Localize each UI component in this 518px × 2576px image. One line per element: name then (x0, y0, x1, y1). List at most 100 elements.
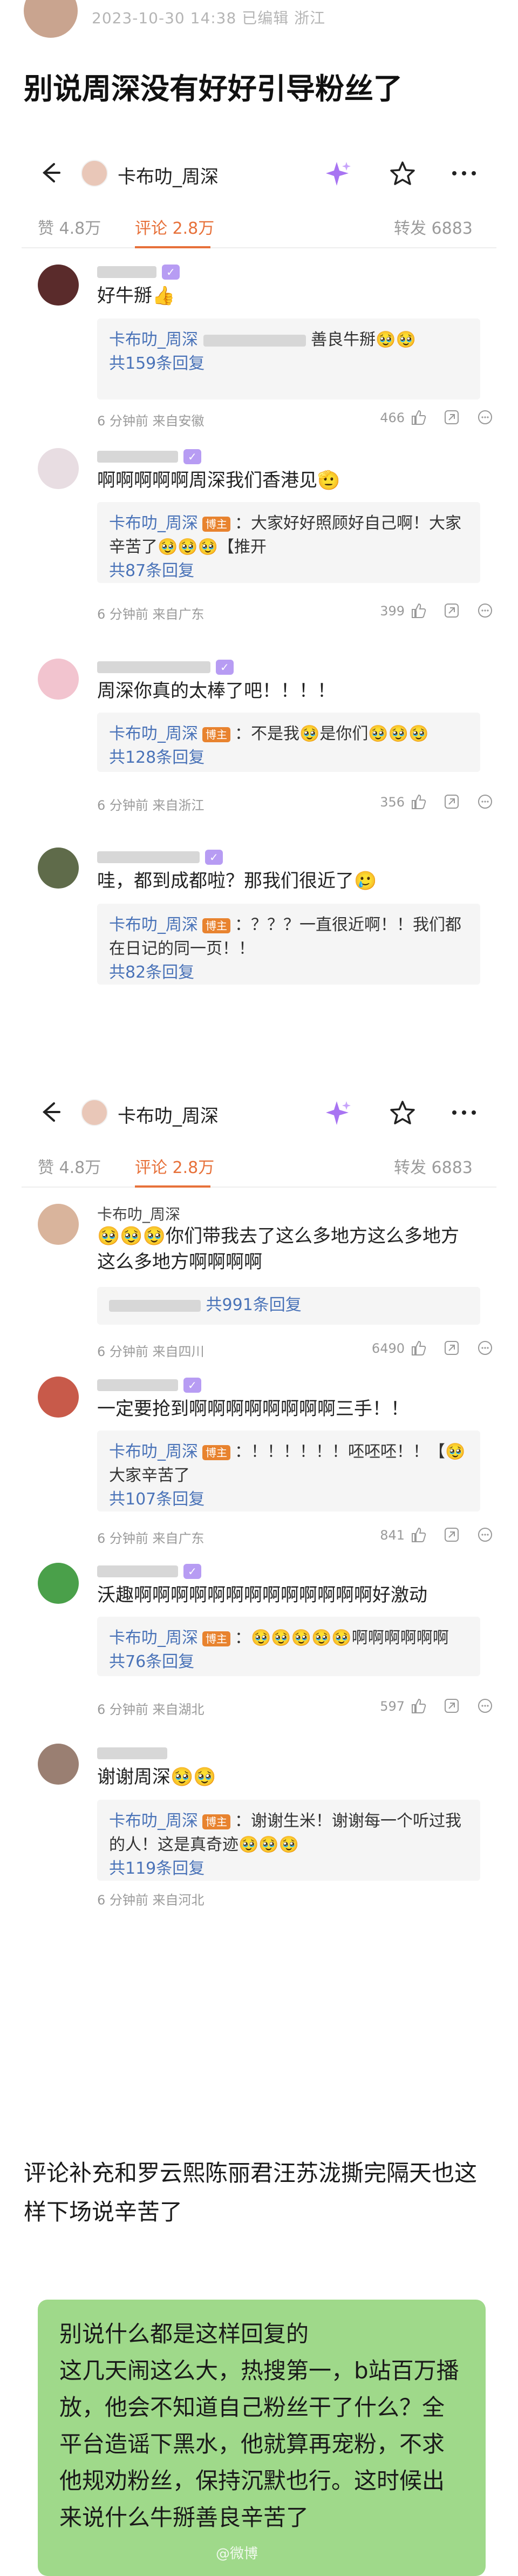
reply-box[interactable]: 卡布叻_周深 博主 ：不是我🥹是你们🥹🥹🥹 共128条回复 (97, 713, 480, 772)
comment-username[interactable]: ✓ (97, 657, 234, 675)
reply-author[interactable]: 卡布叻_周深 (109, 1442, 198, 1461)
reply-author[interactable]: 卡布叻_周深 (109, 916, 198, 934)
reply-box[interactable]: 共991条回复 (97, 1287, 480, 1325)
like-icon[interactable] (409, 408, 427, 426)
tab-forwards[interactable]: 转发 6883 (394, 1154, 473, 1178)
more-replies-link[interactable]: 共128条回复 (109, 746, 468, 770)
tab-forwards[interactable]: 转发 6883 (394, 215, 473, 239)
share-icon[interactable] (442, 792, 461, 811)
more-icon[interactable] (448, 160, 480, 187)
comment-username[interactable]: ✓ (97, 1562, 201, 1580)
like-count: 399 (380, 604, 405, 619)
more-replies-link[interactable]: 共107条回复 (109, 1488, 468, 1511)
more-replies-link[interactable]: 共87条回复 (109, 559, 468, 583)
comment-footer: 6 分钟前 来自湖北 597 (97, 1697, 496, 1718)
nav-username[interactable]: 卡布叻_周深 (118, 1101, 219, 1128)
card-line: 这几天闹这么大，热搜第一，b站百万播放，他会不知道自己粉丝干了什么？全平台造谣下… (59, 2357, 459, 2531)
like-icon[interactable] (409, 1697, 427, 1715)
reply-author[interactable]: 卡布叻_周深 (109, 514, 198, 533)
back-arrow-icon[interactable] (38, 1100, 62, 1124)
back-arrow-icon[interactable] (38, 161, 62, 185)
like-count: 356 (380, 795, 405, 810)
reply-box[interactable]: 卡布叻_周深 博主 ：！！！！！！呸呸呸！！【🥹大家辛苦了 共107条回复 (97, 1431, 480, 1511)
more-replies-link[interactable]: 共82条回复 (109, 961, 468, 985)
user-badge: ✓ (205, 850, 223, 865)
nav-username[interactable]: 卡布叻_周深 (118, 162, 219, 188)
star-icon[interactable] (388, 1099, 417, 1127)
stats-tabs: 赞 4.8万 评论 2.8万 转发 6883 (22, 1144, 496, 1188)
comment-icon[interactable] (476, 601, 494, 620)
comment-username[interactable]: 卡布叻_周深 (97, 1203, 180, 1224)
avatar[interactable] (38, 1377, 79, 1418)
reply-box[interactable]: 卡布叻_周深 善良牛掰🥹🥹 共159条回复 (97, 318, 480, 399)
reply-author[interactable]: 卡布叻_周深 (109, 724, 198, 743)
tab-likes[interactable]: 赞 4.8万 (38, 1154, 101, 1178)
like-count: 597 (380, 1699, 405, 1714)
avatar[interactable] (24, 0, 78, 38)
tab-likes[interactable]: 赞 4.8万 (38, 215, 101, 239)
comment-footer: 6 分钟前 来自广东 399 (97, 601, 496, 622)
quoted-text-card: 别说什么都是这样回复的 这几天闹这么大，热搜第一，b站百万播放，他会不知道自己粉… (38, 2300, 486, 2576)
comment-icon[interactable] (476, 1339, 494, 1357)
post-title: 别说周深没有好好引导粉丝了 (24, 72, 403, 106)
more-replies-link[interactable]: 共119条回复 (109, 1857, 468, 1881)
user-badge: ✓ (183, 1378, 201, 1393)
comment-footer: 6 分钟前 来自河北 (97, 1889, 496, 1908)
share-icon[interactable] (442, 1526, 461, 1544)
comment-icon[interactable] (476, 1697, 494, 1715)
like-count: 841 (380, 1528, 405, 1543)
reply-author[interactable]: 卡布叻_周深 (109, 1629, 198, 1648)
tab-comments[interactable]: 评论 2.8万 (135, 215, 214, 239)
comment-username[interactable]: ✓ (97, 447, 201, 465)
user-badge: ✓ (183, 1564, 201, 1579)
comment-icon[interactable] (476, 1526, 494, 1544)
avatar[interactable] (38, 448, 79, 489)
author-badge: 博主 (202, 1445, 230, 1460)
share-icon[interactable] (442, 1697, 461, 1715)
star-icon[interactable] (388, 160, 417, 188)
avatar[interactable] (38, 1744, 79, 1785)
avatar[interactable] (81, 160, 108, 187)
reply-box[interactable]: 卡布叻_周深 博主 ：谢谢生米！谢谢每一个听过我的人！这是真奇迹🥹🥹🥹 共119条回… (97, 1800, 480, 1881)
tab-comments[interactable]: 评论 2.8万 (135, 1154, 214, 1178)
like-icon[interactable] (409, 1526, 427, 1544)
list-item: 卡布叻_周深 🥹🥹🥹你们带我去了这么多地方这么多地方这么多地方啊啊啊啊 共991… (22, 1188, 496, 1371)
avatar[interactable] (38, 848, 79, 889)
like-count: 466 (380, 410, 405, 425)
comment-username[interactable]: ✓ (97, 262, 180, 280)
comment-username[interactable] (97, 1744, 167, 1761)
comment-time: 6 分钟前 来自广东 (97, 1531, 205, 1546)
avatar[interactable] (38, 265, 79, 306)
reply-author[interactable]: 卡布叻_周深 (109, 330, 198, 349)
comment-icon[interactable] (476, 408, 494, 426)
comment-time: 6 分钟前 来自浙江 (97, 798, 205, 813)
avatar[interactable] (38, 1563, 79, 1604)
sparkle-icon[interactable] (324, 1099, 352, 1127)
comment-text: 一定要抢到啊啊啊啊啊啊啊啊三手！！ (97, 1398, 409, 1420)
share-icon[interactable] (442, 408, 461, 426)
screenshot-panel-2: 卡布叻_周深 赞 4.8万 评论 2.8万 转发 6883 卡布叻_周深 🥹🥹🥹… (22, 1080, 496, 1908)
list-item: ✓ 一定要抢到啊啊啊啊啊啊啊啊三手！！ 卡布叻_周深 博主 ：！！！！！！呸呸呸！！… (22, 1371, 496, 1557)
more-replies-link[interactable]: 共76条回复 (109, 1650, 468, 1674)
reply-author[interactable]: 卡布叻_周深 (109, 1812, 198, 1831)
reply-box[interactable]: 卡布叻_周深 博主 ：🥹🥹🥹🥹🥹啊啊啊啊啊啊 共76条回复 (97, 1617, 480, 1676)
avatar[interactable] (38, 1204, 79, 1245)
share-icon[interactable] (442, 1339, 461, 1357)
share-icon[interactable] (442, 601, 461, 620)
more-replies-link[interactable]: 共159条回复 (109, 352, 468, 376)
comment-text: 哇，都到成都啦？那我们很近了🥲 (97, 870, 377, 892)
avatar[interactable] (38, 659, 79, 700)
sparkle-icon[interactable] (324, 160, 352, 188)
post-meta-bar: 2023-10-30 14:38 已编辑 浙江 (0, 0, 518, 43)
comment-icon[interactable] (476, 792, 494, 811)
more-replies-link[interactable]: 共991条回复 (206, 1296, 302, 1314)
like-icon[interactable] (409, 792, 427, 811)
comment-username[interactable]: ✓ (97, 848, 223, 865)
reply-box[interactable]: 卡布叻_周深 博主 ：？？？一直很近啊！！我们都在日记的同一页！！ 共82条回复 (97, 904, 480, 985)
comment-username[interactable]: ✓ (97, 1375, 201, 1393)
more-icon[interactable] (448, 1099, 480, 1126)
like-icon[interactable] (409, 601, 427, 620)
avatar[interactable] (81, 1099, 108, 1126)
like-icon[interactable] (409, 1339, 427, 1357)
reply-box[interactable]: 卡布叻_周深 博主 ：大家好好照顾好自己啊！大家辛苦了🥹🥹🥹【推开 共87条回复 (97, 502, 480, 583)
